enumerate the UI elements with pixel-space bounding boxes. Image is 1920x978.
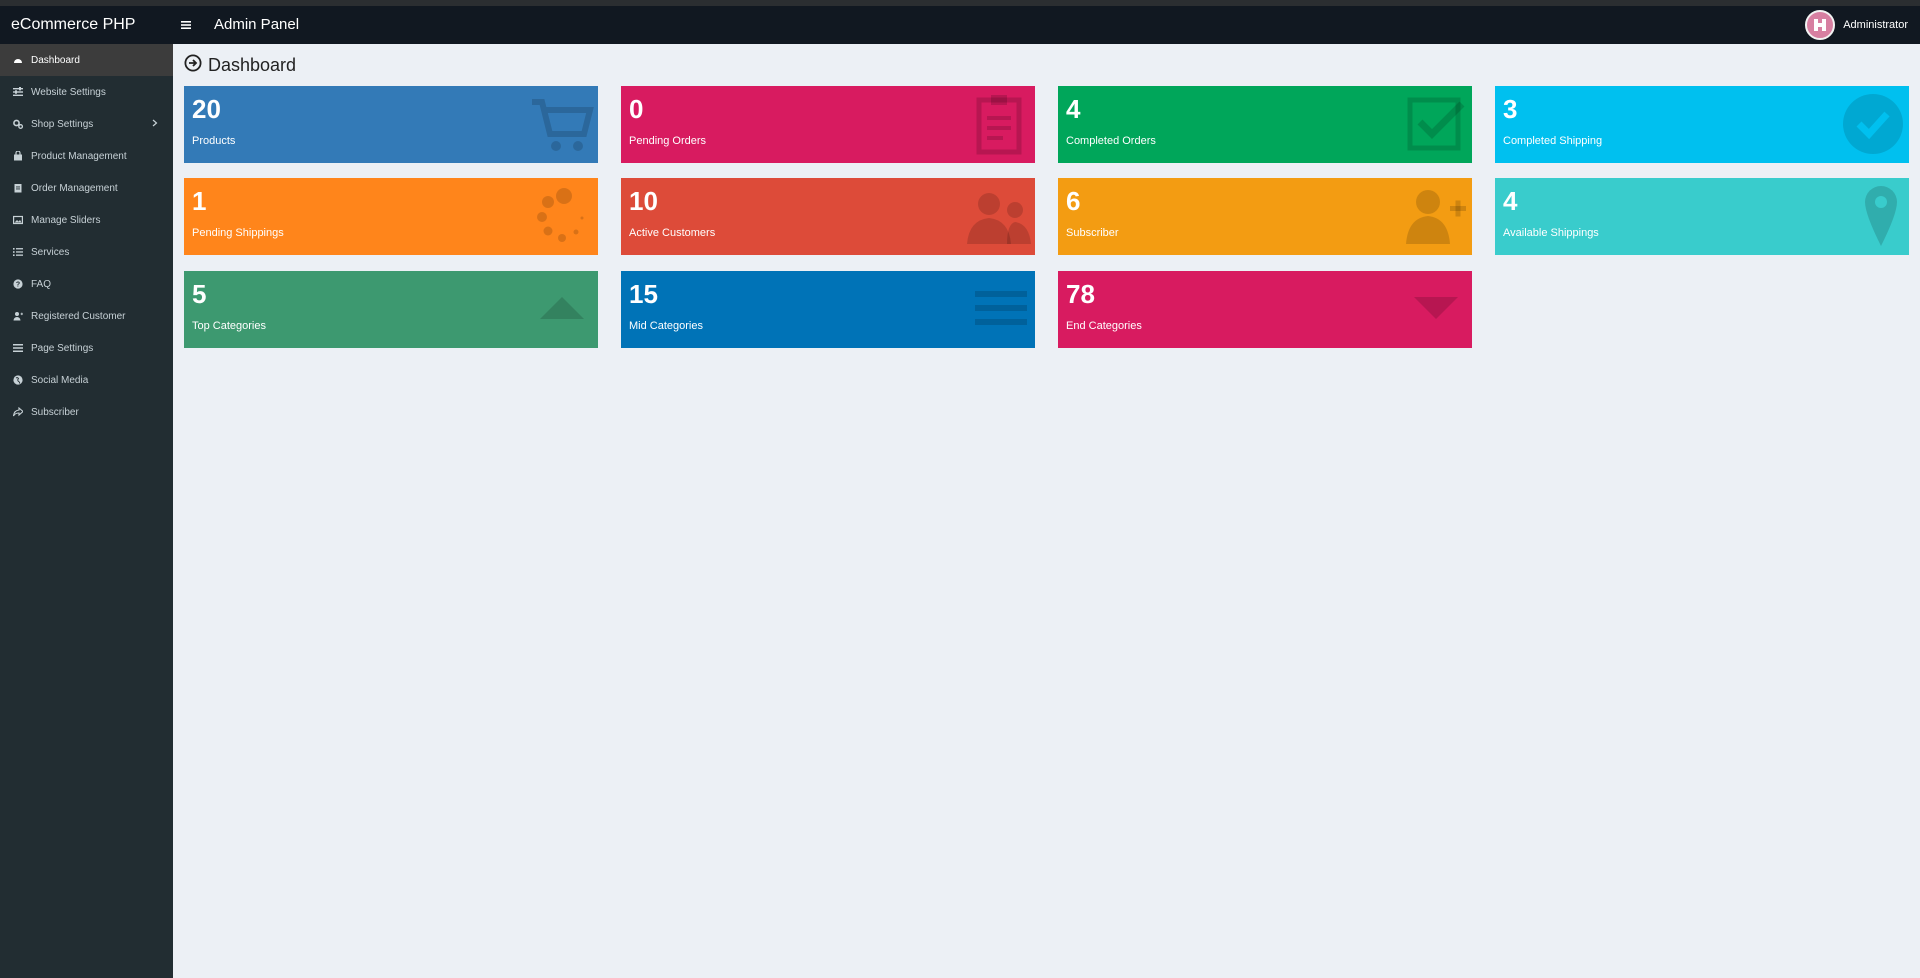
stat-tile-available-shippings[interactable]: 4 Available Shippings <box>1495 178 1909 255</box>
user-menu[interactable]: Administrator <box>1805 6 1908 44</box>
users-icon <box>967 193 1031 244</box>
tile-label: Pending Orders <box>629 135 707 147</box>
sidebar-item-label: Registered Customer <box>31 310 126 322</box>
sidebar-item-label: Order Management <box>31 182 118 194</box>
share-icon <box>13 407 23 417</box>
sidebar-item-product-management[interactable]: Product Management <box>0 140 173 172</box>
stat-tile-completed-shipping[interactable]: 3 Completed Shipping <box>1495 86 1909 163</box>
sidebar-item-social-media[interactable]: Social Media <box>0 364 173 396</box>
sliders-icon <box>13 87 23 97</box>
app-logo[interactable]: eCommerce PHP <box>0 6 173 44</box>
stat-tile-subscriber[interactable]: 6 Subscriber <box>1058 178 1472 255</box>
tile-value: 78 <box>1066 279 1095 309</box>
tile-value: 4 <box>1503 186 1518 216</box>
sidebar-item-label: Manage Sliders <box>31 214 101 226</box>
sidebar-item-order-management[interactable]: Order Management <box>0 172 173 204</box>
avatar[interactable] <box>1805 10 1836 40</box>
sidebar-item-manage-sliders[interactable]: Manage Sliders <box>0 204 173 236</box>
stat-tile-pending-shippings[interactable]: 1 Pending Shippings <box>184 178 598 255</box>
sidebar-item-label: Dashboard <box>31 54 80 66</box>
tile-value: 10 <box>629 186 658 216</box>
sidebar-item-dashboard[interactable]: Dashboard <box>0 44 173 76</box>
tile-value: 15 <box>629 279 658 309</box>
sidebar-item-label: FAQ <box>31 278 52 290</box>
stat-tile-completed-orders[interactable]: 4 Completed Orders <box>1058 86 1472 163</box>
tile-value: 6 <box>1066 186 1081 216</box>
shopping-cart-icon <box>532 99 594 151</box>
clipboard-icon <box>13 183 23 193</box>
sidebar-item-services[interactable]: Services <box>0 236 173 268</box>
top-navbar: eCommerce PHP Admin Panel Administrator <box>0 6 1920 44</box>
tile-label: Completed Shipping <box>1503 135 1603 147</box>
user-plus-icon <box>1406 190 1466 244</box>
sidebar-item-website-settings[interactable]: Website Settings <box>0 76 173 108</box>
tile-label: Completed Orders <box>1066 135 1156 147</box>
tile-label: Products <box>192 135 236 147</box>
arrow-circle-right-icon <box>184 54 202 77</box>
stat-tile-top-categories[interactable]: 5 Top Categories <box>184 271 598 348</box>
tile-value: 5 <box>192 279 207 309</box>
sidebar-item-label: Subscriber <box>31 406 79 418</box>
tile-label: End Categories <box>1066 320 1142 332</box>
sidebar-item-label: Page Settings <box>31 342 94 354</box>
dashboard-icon <box>13 55 23 65</box>
stat-tile-end-categories[interactable]: 78 End Categories <box>1058 271 1472 348</box>
svg-text:?: ? <box>16 282 20 289</box>
cogs-icon <box>13 119 23 129</box>
sidebar-item-label: Services <box>31 246 70 258</box>
chevron-right-icon <box>152 119 158 130</box>
shopping-bag-icon <box>13 151 23 161</box>
clipboard-icon <box>976 95 1022 155</box>
user-name[interactable]: Administrator <box>1843 19 1908 31</box>
sidebar-item-label: Website Settings <box>31 86 106 98</box>
sidebar-item-page-settings[interactable]: Page Settings <box>0 332 173 364</box>
check-square-icon <box>1407 97 1465 151</box>
user-plus-icon <box>13 311 23 321</box>
sidebar-item-faq[interactable]: ? FAQ <box>0 268 173 300</box>
list-icon <box>13 247 23 257</box>
check-circle-icon <box>1843 94 1903 154</box>
stat-tile-mid-categories[interactable]: 15 Mid Categories <box>621 271 1035 348</box>
map-marker-icon <box>1865 186 1897 246</box>
tile-value: 0 <box>629 94 644 124</box>
tile-value: 20 <box>192 94 221 124</box>
tile-value: 1 <box>192 186 207 216</box>
tile-label: Subscriber <box>1066 227 1119 239</box>
sidebar-item-label: Shop Settings <box>31 118 94 130</box>
tile-label: Pending Shippings <box>192 227 284 239</box>
sidebar-item-registered-customer[interactable]: Registered Customer <box>0 300 173 332</box>
tile-value: 4 <box>1066 94 1081 124</box>
page-title-text: Dashboard <box>208 55 297 75</box>
question-circle-icon: ? <box>13 279 23 289</box>
main-content: Dashboard 20 Products 0 Pending Orders 4… <box>173 44 1920 978</box>
tile-label: Top Categories <box>192 320 266 332</box>
tile-label: Active Customers <box>629 227 716 239</box>
sidebar-toggle-icon[interactable] <box>181 6 195 44</box>
sidebar-item-label: Social Media <box>31 374 89 386</box>
image-icon <box>13 215 23 225</box>
page-title: Dashboard <box>184 54 296 77</box>
caret-down-icon <box>1414 297 1458 319</box>
tile-label: Available Shippings <box>1503 227 1599 239</box>
stat-tile-pending-orders[interactable]: 0 Pending Orders <box>621 86 1035 163</box>
globe-icon <box>13 375 23 385</box>
caret-up-icon <box>540 297 584 319</box>
spinner-icon <box>537 188 584 242</box>
sidebar-item-label: Product Management <box>31 150 127 162</box>
tile-label: Mid Categories <box>629 320 703 332</box>
stat-tile-active-customers[interactable]: 10 Active Customers <box>621 178 1035 255</box>
bars-icon <box>975 291 1027 325</box>
bars-icon <box>13 343 23 353</box>
tile-value: 3 <box>1503 94 1518 124</box>
sidebar-item-subscriber[interactable]: Subscriber <box>0 396 173 428</box>
panel-title: Admin Panel <box>214 16 300 33</box>
sidebar: Dashboard Website Settings Shop Settings… <box>0 44 173 978</box>
stat-tile-products[interactable]: 20 Products <box>184 86 598 163</box>
sidebar-item-shop-settings[interactable]: Shop Settings <box>0 108 173 140</box>
